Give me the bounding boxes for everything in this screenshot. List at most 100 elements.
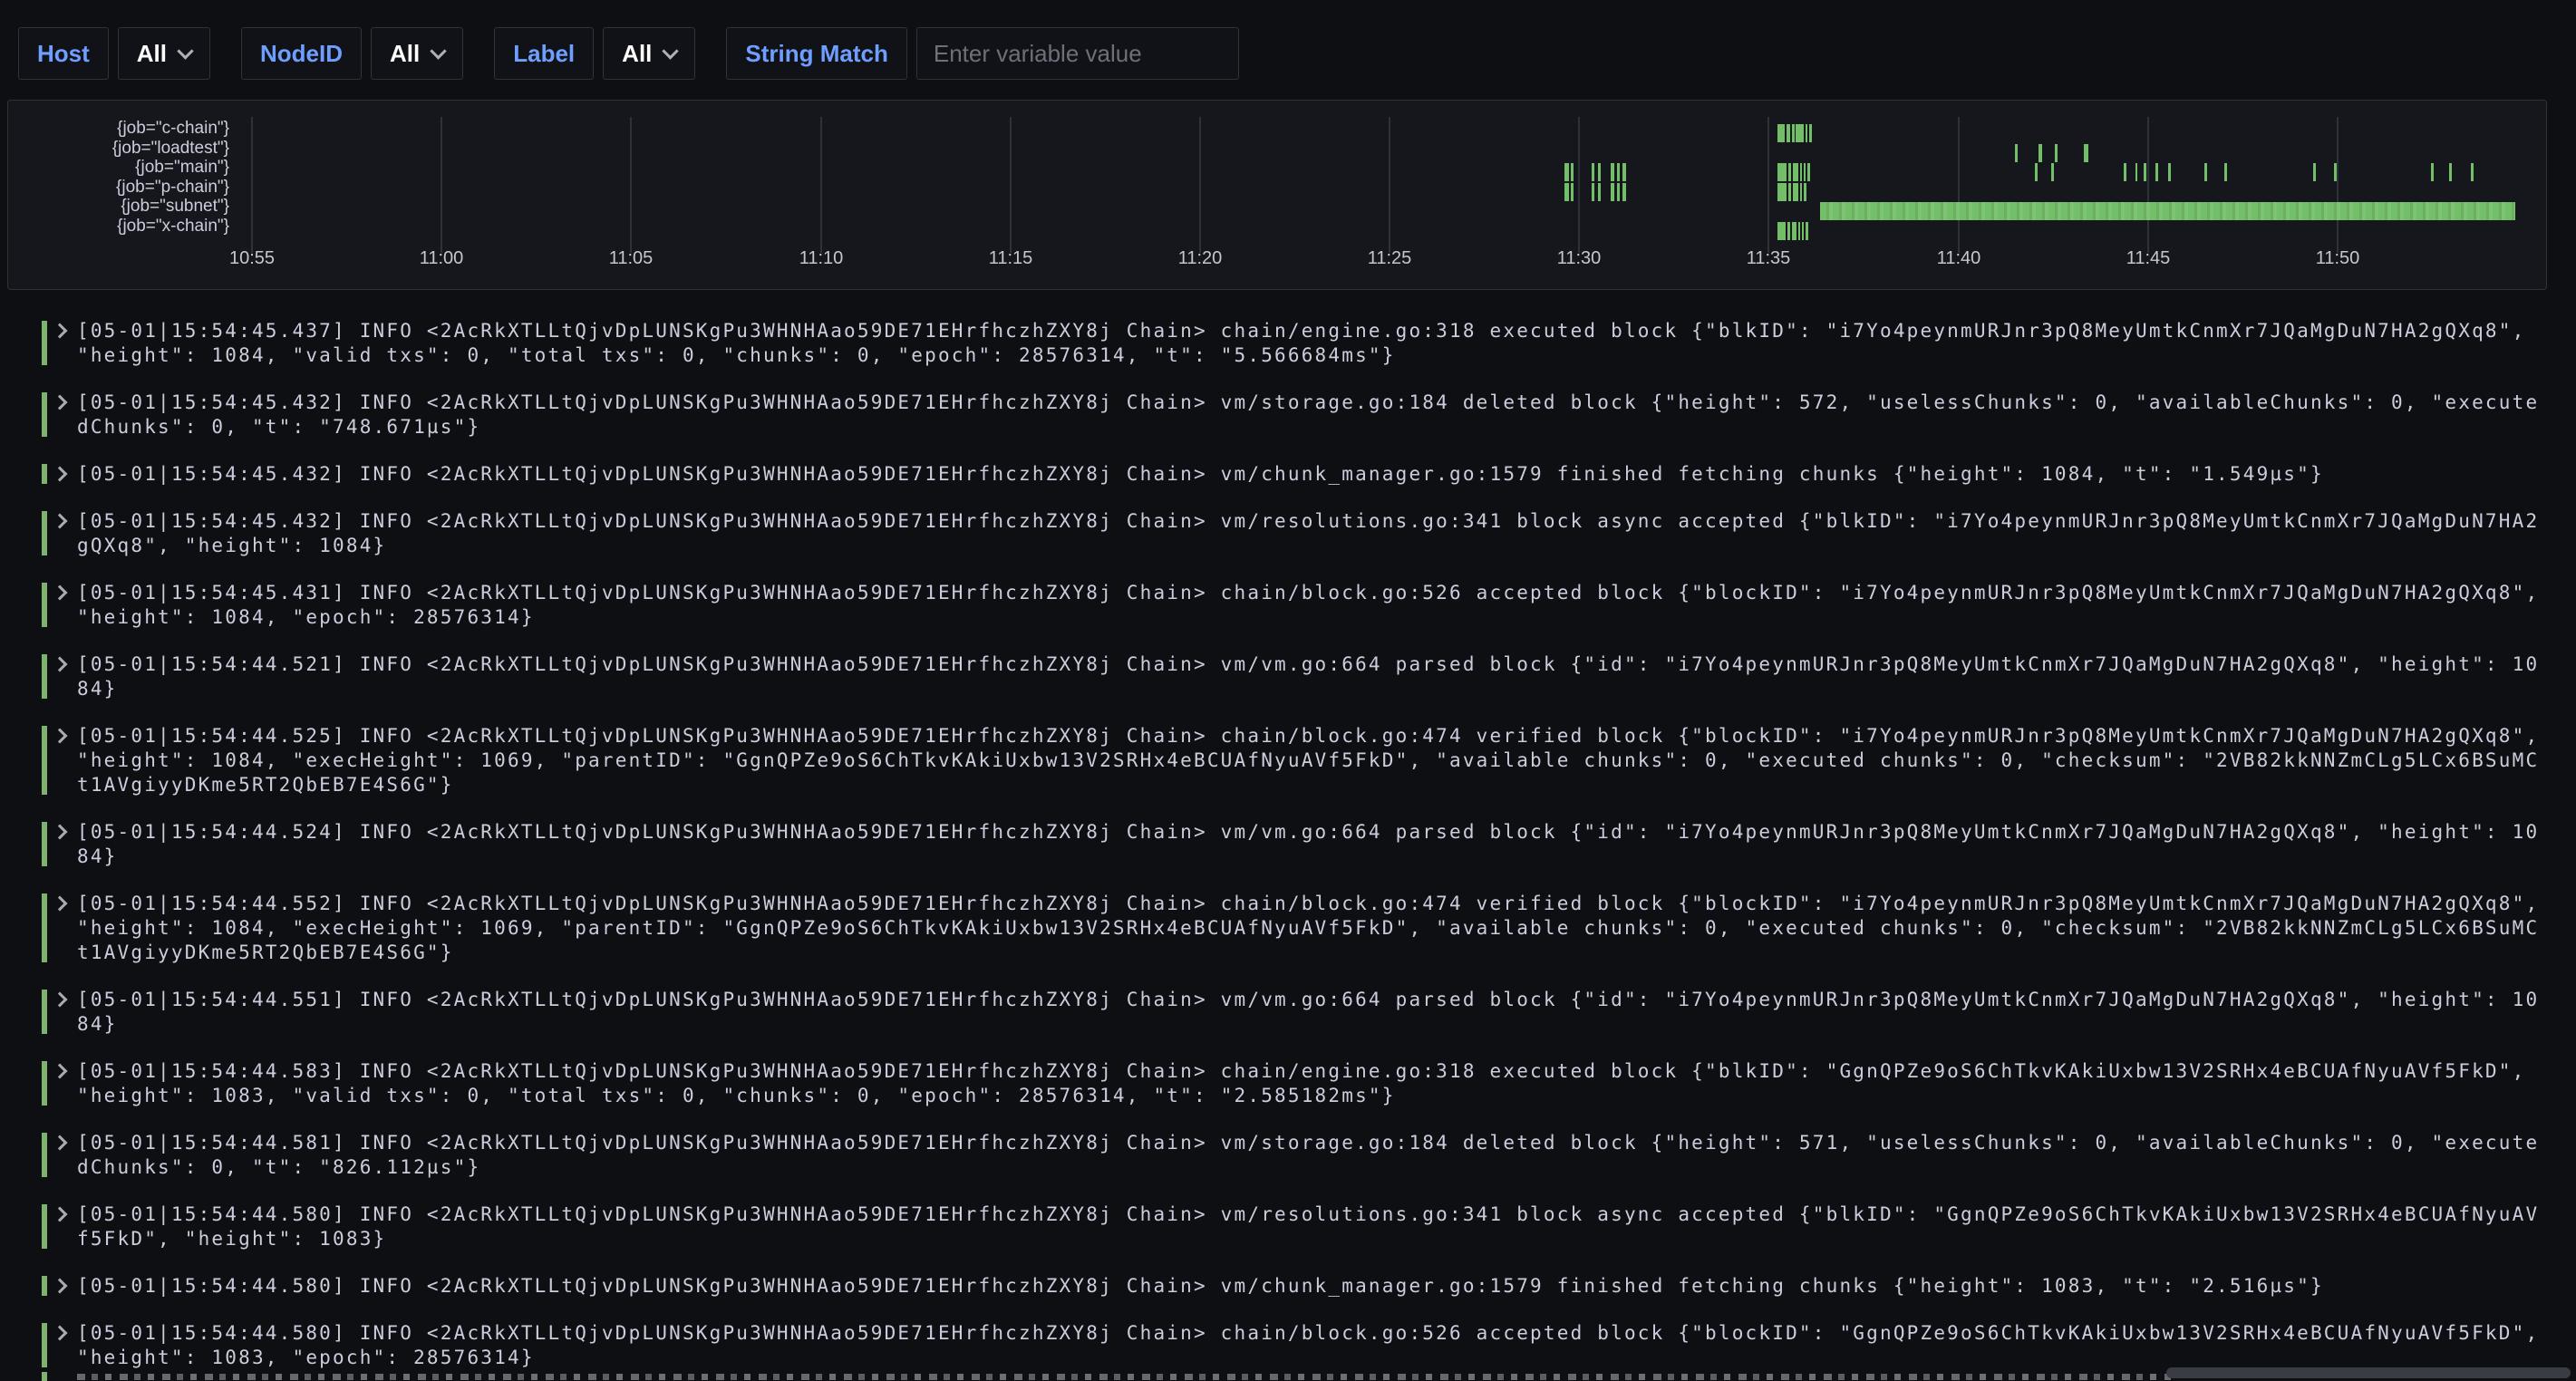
expand-chevron-icon[interactable] bbox=[53, 1064, 68, 1079]
log-row[interactable]: [05-01|15:54:45.432] INFO <2AcRkXTLLtQjv… bbox=[0, 391, 2576, 439]
variable-dropdown-nodeid[interactable]: All bbox=[371, 27, 463, 80]
log-row[interactable]: [05-01|15:54:44.552] INFO <2AcRkXTLLtQjv… bbox=[0, 892, 2576, 965]
log-text: [05-01|15:54:44.580] INFO <2AcRkXTLLtQjv… bbox=[77, 1321, 2544, 1370]
gridline bbox=[2337, 117, 2339, 253]
log-text: [05-01|15:54:45.432] INFO <2AcRkXTLLtQjv… bbox=[77, 509, 2544, 558]
timeline-bar-main bbox=[1564, 163, 1569, 181]
timeline-bar-main bbox=[2035, 163, 2038, 181]
variables-toolbar: Host All NodeID All Label All String Mat… bbox=[18, 27, 1239, 80]
timeline-bar-c-chain bbox=[1787, 124, 1790, 142]
log-row[interactable]: [05-01|15:54:45.432] INFO <2AcRkXTLLtQjv… bbox=[0, 509, 2576, 558]
x-axis-tick-label: 11:50 bbox=[2316, 248, 2360, 269]
log-list: [05-01|15:54:45.437] INFO <2AcRkXTLLtQjv… bbox=[0, 319, 2576, 1370]
log-row[interactable]: [05-01|15:54:44.551] INFO <2AcRkXTLLtQjv… bbox=[0, 988, 2576, 1037]
expand-chevron-icon[interactable] bbox=[53, 585, 68, 601]
log-text: [05-01|15:54:45.432] INFO <2AcRkXTLLtQjv… bbox=[77, 391, 2544, 439]
log-level-bar bbox=[42, 464, 47, 484]
variable-label-nodeid: NodeID bbox=[241, 27, 362, 80]
log-row[interactable]: [05-01|15:54:45.437] INFO <2AcRkXTLLtQjv… bbox=[0, 319, 2576, 368]
timeline-bar-x-chain bbox=[1787, 222, 1790, 240]
timeline-bar-main bbox=[2471, 163, 2474, 181]
log-level-bar bbox=[42, 822, 47, 866]
gridline bbox=[630, 117, 632, 253]
timeline-bar-loadtest bbox=[2055, 144, 2058, 162]
timeline-bar-x-chain bbox=[1792, 222, 1796, 240]
expand-chevron-icon[interactable] bbox=[53, 1135, 68, 1151]
log-row[interactable]: [05-01|15:54:44.580] INFO <2AcRkXTLLtQjv… bbox=[0, 1274, 2576, 1299]
log-row[interactable]: [05-01|15:54:44.525] INFO <2AcRkXTLLtQjv… bbox=[0, 724, 2576, 797]
timeline-bar-x-chain bbox=[1802, 222, 1804, 240]
timeline-bar-main bbox=[1622, 163, 1626, 181]
expand-chevron-icon[interactable] bbox=[53, 825, 68, 840]
timeline-bar-main bbox=[2313, 163, 2316, 181]
log-text: [05-01|15:54:44.581] INFO <2AcRkXTLLtQjv… bbox=[77, 1131, 2544, 1180]
log-text: [05-01|15:54:44.580] INFO <2AcRkXTLLtQjv… bbox=[77, 1202, 2544, 1251]
expand-chevron-icon[interactable] bbox=[53, 324, 68, 339]
log-row[interactable]: [05-01|15:54:44.521] INFO <2AcRkXTLLtQjv… bbox=[0, 652, 2576, 701]
log-level-bar bbox=[42, 726, 47, 795]
timeline-bar-main bbox=[2051, 163, 2054, 181]
variable-group-host: Host All bbox=[18, 27, 210, 80]
log-text: [05-01|15:54:44.583] INFO <2AcRkXTLLtQjv… bbox=[77, 1059, 2544, 1108]
timeline-bar-main bbox=[2431, 163, 2434, 181]
log-row[interactable]: [05-01|15:54:44.581] INFO <2AcRkXTLLtQjv… bbox=[0, 1131, 2576, 1180]
variable-dropdown-label[interactable]: All bbox=[603, 27, 695, 80]
timeline-bar-main bbox=[1571, 163, 1574, 181]
expand-chevron-icon[interactable] bbox=[53, 395, 68, 410]
expand-chevron-icon[interactable] bbox=[53, 1207, 68, 1222]
log-row[interactable]: [05-01|15:54:44.524] INFO <2AcRkXTLLtQjv… bbox=[0, 820, 2576, 869]
timeline-bar-p-chain bbox=[1564, 183, 1569, 201]
expand-chevron-icon[interactable] bbox=[53, 467, 68, 482]
variable-group-nodeid: NodeID All bbox=[241, 27, 463, 80]
gridline bbox=[1767, 117, 1769, 253]
log-row[interactable]: [05-01|15:54:44.580] INFO <2AcRkXTLLtQjv… bbox=[0, 1321, 2576, 1370]
expand-chevron-icon[interactable] bbox=[53, 1326, 68, 1341]
expand-chevron-icon[interactable] bbox=[53, 992, 68, 1008]
log-volume-panel: {job="c-chain"}{job="loadtest"}{job="mai… bbox=[7, 100, 2547, 290]
log-text: [05-01|15:54:44.525] INFO <2AcRkXTLLtQjv… bbox=[77, 724, 2544, 797]
log-row[interactable]: [05-01|15:54:45.432] INFO <2AcRkXTLLtQjv… bbox=[0, 462, 2576, 487]
expand-chevron-icon[interactable] bbox=[53, 729, 68, 744]
variable-dropdown-host[interactable]: All bbox=[118, 27, 210, 80]
timeline-bar-loadtest bbox=[2039, 144, 2042, 162]
gridline bbox=[441, 117, 442, 253]
timeline-bar-p-chain bbox=[1800, 183, 1802, 201]
log-text: [05-01|15:54:45.431] INFO <2AcRkXTLLtQjv… bbox=[77, 581, 2544, 630]
log-level-bar bbox=[42, 392, 47, 437]
log-level-bar bbox=[42, 1061, 47, 1106]
log-level-bar bbox=[42, 1323, 47, 1367]
expand-chevron-icon[interactable] bbox=[53, 1279, 68, 1294]
log-level-bar bbox=[42, 654, 47, 699]
timeline-bar-p-chain bbox=[1611, 183, 1614, 201]
log-row[interactable]: [05-01|15:54:44.583] INFO <2AcRkXTLLtQjv… bbox=[0, 1059, 2576, 1108]
expand-chevron-icon[interactable] bbox=[53, 514, 68, 529]
log-row[interactable]: [05-01|15:54:44.580] INFO <2AcRkXTLLtQjv… bbox=[0, 1202, 2576, 1251]
horizontal-scrollbar-thumb[interactable] bbox=[2166, 1367, 2571, 1378]
variable-label-host: Host bbox=[18, 27, 109, 80]
gridline bbox=[1958, 117, 1960, 253]
log-text: [05-01|15:54:45.432] INFO <2AcRkXTLLtQjv… bbox=[77, 462, 2544, 487]
timeline-bar-p-chain bbox=[1804, 183, 1806, 201]
expand-chevron-icon[interactable] bbox=[53, 657, 68, 672]
timeline-bar-p-chain bbox=[1571, 183, 1574, 201]
timeline-bar-p-chain bbox=[1592, 183, 1594, 201]
variable-value-label: All bbox=[622, 40, 652, 68]
timeline-bar-main bbox=[2334, 163, 2337, 181]
timeline-bar-main bbox=[2204, 163, 2207, 181]
log-text: [05-01|15:54:44.580] INFO <2AcRkXTLLtQjv… bbox=[77, 1274, 2544, 1299]
string-match-input[interactable] bbox=[916, 27, 1239, 80]
expand-chevron-icon[interactable] bbox=[53, 896, 68, 912]
timeline-bar-p-chain bbox=[1598, 183, 1601, 201]
chevron-down-icon bbox=[663, 43, 679, 59]
variable-value-nodeid: All bbox=[390, 40, 420, 68]
timeline-bar-c-chain bbox=[1796, 124, 1804, 142]
clipped-log-text bbox=[77, 1374, 2171, 1380]
timeline-bar-main bbox=[1777, 163, 1787, 181]
log-row[interactable]: [05-01|15:54:45.431] INFO <2AcRkXTLLtQjv… bbox=[0, 581, 2576, 630]
timeline-bar-c-chain bbox=[1809, 124, 1812, 142]
timeline-bar-main bbox=[2144, 163, 2146, 181]
timeline-bar-p-chain bbox=[1617, 183, 1620, 201]
timeline-bar-main bbox=[1598, 163, 1601, 181]
x-axis-tick-label: 11:15 bbox=[989, 248, 1033, 269]
timeline-bar-c-chain bbox=[1806, 124, 1807, 142]
